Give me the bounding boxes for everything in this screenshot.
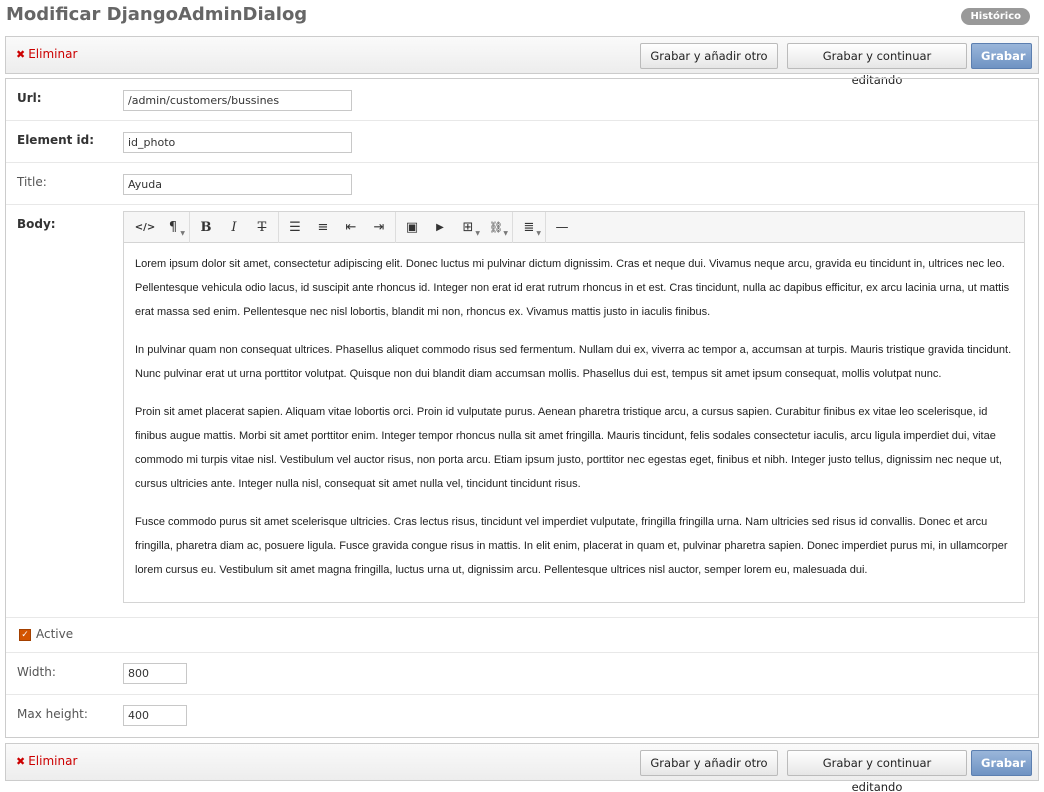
italic-icon[interactable]: I	[220, 215, 248, 239]
max-height-label: Max height:	[17, 707, 88, 721]
video-icon[interactable]: ▶	[426, 215, 454, 239]
toolbar-group-lists: ☰ ≡ ⇤ ⇥	[279, 211, 396, 243]
toolbar-group-text: B I T	[190, 211, 279, 243]
form-fieldset: Url: Element id: Title: Body: </> ¶▼ B I…	[5, 78, 1039, 738]
indent-icon[interactable]: ⇥	[365, 215, 393, 239]
active-label[interactable]: Active	[36, 627, 73, 641]
body-paragraph: Lorem ipsum dolor sit amet, consectetur …	[135, 258, 1010, 318]
link-icon: ⛓	[489, 220, 503, 234]
submit-row-bottom: ✖ Eliminar Grabar y añadir otro Grabar y …	[5, 743, 1039, 792]
save-button[interactable]: Grabar	[971, 750, 1032, 776]
form-row-max-height: Max height:	[6, 695, 1038, 737]
element-id-input[interactable]	[123, 132, 352, 153]
width-label: Width:	[17, 665, 56, 679]
form-row-body: Body: </> ¶ ▼ B I T ☰ ≡ ⇤ ⇥ ▣ ▶ ⊞ ▼ ⛓ ▼ …	[6, 205, 1038, 618]
rich-text-editor: </> ¶ ▼ B I T ☰ ≡ ⇤ ⇥ ▣ ▶ ⊞ ▼ ⛓ ▼ ≣ ▼ — …	[123, 211, 1025, 603]
delete-icon: ✖	[16, 48, 26, 61]
toolbar-group-rule: —	[546, 212, 578, 243]
caret-down-icon: ▼	[180, 230, 185, 237]
alignment-button[interactable]: ≣ ▼	[515, 215, 543, 239]
editor-toolbar: </> ¶ ▼ B I T ☰ ≡ ⇤ ⇥ ▣ ▶ ⊞ ▼ ⛓ ▼ ≣ ▼ —	[124, 211, 1024, 243]
caret-down-icon: ▼	[475, 230, 480, 237]
active-checkbox[interactable]: ✓	[19, 629, 31, 641]
link-button[interactable]: ⛓ ▼	[482, 215, 510, 239]
width-input[interactable]	[123, 663, 187, 684]
save-add-another-button[interactable]: Grabar y añadir otro	[640, 43, 778, 69]
form-row-title: Title:	[6, 163, 1038, 205]
caret-down-icon: ▼	[503, 230, 508, 237]
align-icon: ≣	[523, 219, 535, 235]
delete-label: Eliminar	[28, 754, 78, 768]
ordered-list-icon[interactable]: ≡	[309, 215, 337, 239]
title-label: Title:	[17, 175, 47, 189]
body-paragraph: In pulvinar quam non consequat ultrices.…	[135, 344, 1012, 380]
table-icon: ⊞	[462, 219, 474, 235]
form-row-active: ✓ Active	[6, 618, 1038, 653]
form-row-url: Url:	[6, 79, 1038, 121]
url-input[interactable]	[123, 90, 352, 111]
element-id-label: Element id:	[17, 133, 95, 147]
form-row-element-id: Element id:	[6, 121, 1038, 163]
html-code-icon[interactable]: </>	[131, 215, 159, 239]
page-title: Modificar DjangoAdminDialog	[6, 4, 308, 25]
outdent-icon[interactable]: ⇤	[337, 215, 365, 239]
title-input[interactable]	[123, 174, 352, 195]
toolbar-group-media: ▣ ▶ ⊞ ▼ ⛓ ▼	[396, 211, 513, 243]
delete-icon: ✖	[16, 755, 26, 768]
delete-link[interactable]: ✖ Eliminar	[16, 47, 77, 61]
format-button[interactable]: ¶ ▼	[159, 215, 187, 239]
submit-row-top: ✖ Eliminar Grabar y añadir otro Grabar y …	[5, 36, 1039, 87]
image-icon[interactable]: ▣	[398, 215, 426, 239]
form-row-width: Width:	[6, 653, 1038, 695]
body-label: Body:	[17, 217, 56, 231]
save-continue-button[interactable]: Grabar y continuar editando	[787, 43, 967, 87]
strikethrough-icon[interactable]: T	[248, 215, 276, 239]
bold-icon[interactable]: B	[192, 215, 220, 239]
body-paragraph: Fusce commodo purus sit amet scelerisque…	[135, 516, 1008, 576]
max-height-input[interactable]	[123, 705, 187, 726]
toolbar-group-align: ≣ ▼	[513, 211, 546, 243]
caret-down-icon: ▼	[536, 230, 541, 237]
editor-content[interactable]: Lorem ipsum dolor sit amet, consectetur …	[124, 243, 1024, 605]
save-continue-button[interactable]: Grabar y continuar editando	[787, 750, 967, 792]
save-add-another-button[interactable]: Grabar y añadir otro	[640, 750, 778, 776]
toolbar-group-html: </> ¶ ▼	[129, 211, 190, 243]
table-button[interactable]: ⊞ ▼	[454, 215, 482, 239]
paragraph-icon: ¶	[168, 219, 178, 235]
save-button[interactable]: Grabar	[971, 43, 1032, 69]
history-button[interactable]: Histórico	[961, 8, 1030, 25]
unordered-list-icon[interactable]: ☰	[281, 215, 309, 239]
url-label: Url:	[17, 91, 42, 105]
delete-link[interactable]: ✖ Eliminar	[16, 754, 77, 768]
horizontal-rule-icon[interactable]: —	[548, 215, 576, 239]
body-paragraph: Proin sit amet placerat sapien. Aliquam …	[135, 406, 1002, 490]
delete-label: Eliminar	[28, 47, 78, 61]
